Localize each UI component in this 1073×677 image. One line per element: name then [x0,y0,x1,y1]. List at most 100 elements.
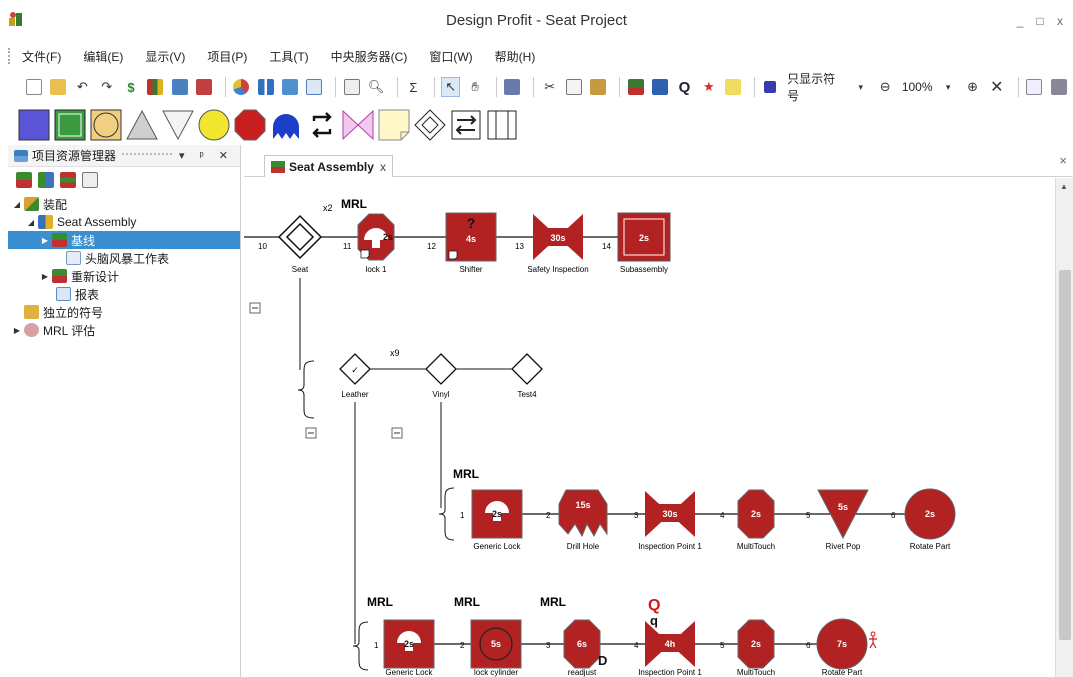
explorer-properties-icon[interactable] [82,172,98,188]
panel-controls[interactable]: ▾ ᵖ ✕ [179,149,234,162]
tree-item-redesign[interactable]: ▶ 重新设计 [8,267,240,285]
palette-circle-claw[interactable] [270,109,302,141]
table-icon[interactable] [194,77,213,97]
vinyl-decision-node[interactable] [425,353,457,385]
pie-chart-icon[interactable] [232,77,251,97]
cost-icon[interactable]: $ [121,77,140,97]
delete-icon[interactable]: ✕ [987,77,1006,97]
menu-help[interactable]: 帮助(H) [495,48,536,65]
paste-icon[interactable] [589,77,608,97]
zoom-in-icon[interactable]: ⊕ [963,77,982,97]
safety-inspection-node[interactable]: 30s [533,214,583,260]
zoom-dropdown-icon[interactable]: ▾ [939,77,958,97]
tree-item-standalone-symbols[interactable]: 独立的符号 [8,303,240,321]
drag-grip[interactable] [122,152,173,161]
palette-loop[interactable] [306,109,338,141]
close-button[interactable]: x [1053,14,1067,28]
vinyl-generic-lock-node[interactable]: 2s [471,489,523,539]
vinyl-inspection-point-node[interactable]: 30s [645,491,695,537]
lock-1-node[interactable]: 2s [357,213,395,261]
layout-icon[interactable] [626,77,645,97]
test4-decision-node[interactable] [511,353,543,385]
vinyl-multitouch-node[interactable]: 2s [737,489,775,539]
collapsed-arrow-icon[interactable]: ▶ [12,326,22,335]
tree-item-assembly[interactable]: ◢ 装配 [8,195,240,213]
properties-icon[interactable] [1025,77,1044,97]
hand-icon[interactable]: ✋︎ [465,77,484,97]
collapse-toggle[interactable] [305,427,317,439]
palette-bowtie[interactable] [342,109,374,141]
palette-triangle-up[interactable] [126,109,158,141]
copy-icon[interactable] [564,77,583,97]
add-assembly-icon[interactable] [16,172,32,188]
diagram-canvas[interactable]: 10 Seat x2 MRL 11 2s lock 1 12 ? 4s Shif… [244,178,1054,677]
leather-multitouch-node[interactable]: 2s [737,619,775,669]
options-icon[interactable] [1049,77,1068,97]
color-square-icon[interactable] [761,77,780,97]
bar-chart-icon[interactable] [256,77,275,97]
select-area-icon[interactable] [503,77,522,97]
menu-tools[interactable]: 工具(T) [269,48,308,65]
palette-merge[interactable] [450,109,482,141]
sigma-icon[interactable]: Σ [404,77,423,97]
palette-octagon-red[interactable] [234,109,266,141]
chart-icon[interactable] [280,77,299,97]
open-folder-icon[interactable] [48,77,67,97]
lock-cylinder-node[interactable]: 5s [470,619,522,669]
tree-item-mrl-assessment[interactable]: ▶ MRL 评估 [8,321,240,339]
document-close-icon[interactable]: × [1059,153,1067,168]
tree-item-report[interactable]: 报表 [8,285,240,303]
collapsed-arrow-icon[interactable]: ▶ [40,272,50,281]
scroll-thumb[interactable] [1059,270,1071,640]
calculator-icon[interactable] [342,77,361,97]
collapse-toggle[interactable] [249,302,261,314]
zoom-out-icon[interactable]: ⊖ [875,77,894,97]
pointer-icon[interactable]: ↖ [441,77,461,97]
subassembly-node[interactable]: 2s [617,212,671,262]
structure-icon[interactable] [170,77,189,97]
add-child-icon[interactable] [38,172,54,188]
maximize-button[interactable]: □ [1033,14,1047,28]
tree-item-brainstorm-sheet[interactable]: 头脑风暴工作表 [8,249,240,267]
star-icon[interactable]: ★ [699,77,718,97]
report-icon[interactable] [305,77,324,97]
palette-diamond-nested[interactable] [414,109,446,141]
menu-project[interactable]: 项目(P) [207,48,247,65]
vertical-scrollbar[interactable]: ▲ [1055,178,1073,677]
menu-edit[interactable]: 编辑(E) [83,48,123,65]
collapsed-arrow-icon[interactable]: ▶ [40,236,50,245]
dropdown-arrow-icon[interactable]: ▾ [851,77,870,97]
cut-icon[interactable]: ✂︎ [540,77,559,97]
add-sheet-icon[interactable] [60,172,76,188]
palette-note[interactable] [378,109,410,141]
palette-square-blue[interactable] [18,109,50,141]
search-icon[interactable]: 🔍︎ [366,77,385,97]
menu-file[interactable]: 文件(F) [22,48,61,65]
zoom-level[interactable]: 100% [902,80,933,94]
expanded-arrow-icon[interactable]: ◢ [12,200,22,209]
note-icon[interactable] [723,77,742,97]
seat-decision-node[interactable] [277,214,323,260]
minimize-button[interactable]: _ [1013,14,1027,28]
menu-central-server[interactable]: 中央服务器(C) [331,48,408,65]
new-file-icon[interactable] [24,77,43,97]
scroll-up-arrow-icon[interactable]: ▲ [1060,182,1068,191]
vinyl-rotate-part-node[interactable]: 2s [904,488,956,540]
leather-inspection-point-node[interactable]: 4h Q q [645,597,695,667]
palette-square-circle[interactable] [90,109,122,141]
hierarchy-icon[interactable] [650,77,669,97]
palette-circle-yellow[interactable] [198,109,230,141]
shifter-node[interactable]: ? 4s [445,212,497,262]
tab-seat-assembly[interactable]: Seat Assembly x [264,155,393,177]
tree-item-baseline[interactable]: ▶ 基线 [8,231,240,249]
drill-hole-node[interactable]: 15s [558,489,608,538]
leather-rotate-part-node[interactable]: 7s [816,618,868,670]
tree-item-seat-assembly[interactable]: ◢ Seat Assembly [8,213,240,231]
menu-view[interactable]: 显示(V) [145,48,185,65]
menu-window[interactable]: 窗口(W) [429,48,472,65]
palette-bracket-box[interactable] [486,109,518,141]
tab-close-icon[interactable]: x [380,160,386,174]
palette-triangle-down[interactable] [162,109,194,141]
quality-icon[interactable]: Q [675,77,694,97]
redo-icon[interactable]: ↷ [97,77,116,97]
